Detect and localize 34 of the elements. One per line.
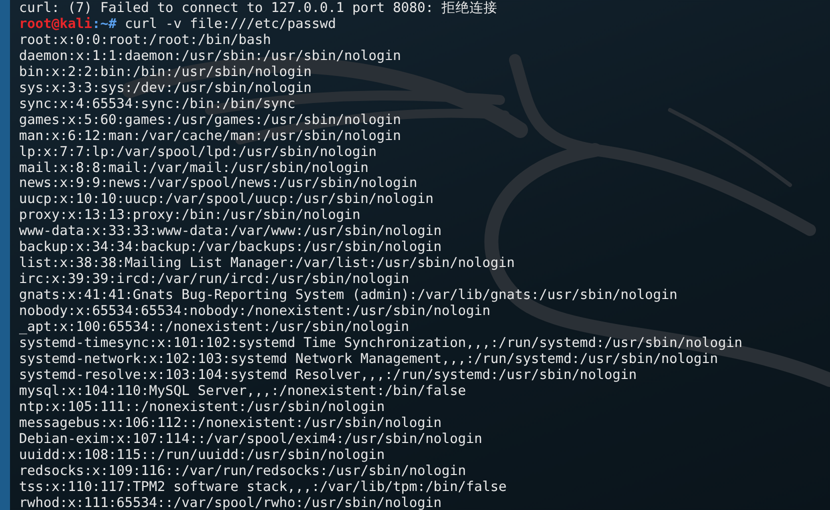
output-line: bin:x:2:2:bin:/bin:/usr/sbin/nologin [19,64,313,81]
output-line: sync:x:4:65534:sync:/bin:/bin/sync [19,96,296,113]
output-line: irc:x:39:39:ircd:/var/run/ircd:/usr/sbin/nologin [19,272,410,288]
output-line: systemd-timesync:x:101:102:systemd Time Synchronization,,,:/run/systemd:/usr/sbin/nologin [19,336,744,352]
output-line: mail:x:8:8:mail:/var/mail:/usr/sbin/nologin [19,160,370,176]
output-line: www-data:x:33:33:www-data:/var/www:/usr/sbin/nologin [19,224,443,240]
output-line: nobody:x:65534:65534:nobody:/nonexistent:/usr/sbin/nologin [19,304,492,320]
output-line: sys:x:3:3:sys:/dev:/usr/sbin/nologin [19,80,313,97]
output-line: rwhod:x:111:65534::/var/spool/rwho:/usr/sbin/nologin [19,496,443,510]
error-message: curl: (7) Failed to connect to 127.0.0.1 port 8080: 拒绝连接 [19,1,499,17]
output-line: lp:x:7:7:lp:/var/spool/lpd:/usr/sbin/nologin [19,144,378,161]
output-line: proxy:x:13:13:proxy:/bin:/usr/sbin/nologin [19,208,362,224]
output-line: man:x:6:12:man:/var/cache/man:/usr/sbin/nologin [19,128,402,145]
output-line: backup:x:34:34:backup:/var/backups:/usr/sbin/nologin [19,240,443,256]
output-line: messagebus:x:106:112::/nonexistent:/usr/sbin/nologin [19,416,443,432]
output-line: ntp:x:105:111::/nonexistent:/usr/sbin/nologin [19,400,386,416]
output-line: systemd-network:x:102:103:systemd Network Management,,,:/run/systemd:/usr/sbin/nologin [19,352,719,368]
output-line: mysql:x:104:110:MySQL Server,,,:/nonexistent:/bin/false [19,384,468,400]
output-line: tss:x:110:117:TPM2 software stack,,,:/var/lib/tpm:/bin/false [19,480,508,496]
prompt-path: :~# [92,16,117,32]
output-line: uuidd:x:108:115::/run/uuidd:/usr/sbin/nologin [19,448,386,464]
output-line: list:x:38:38:Mailing List Manager:/var/list:/usr/sbin/nologin [19,256,516,272]
output-line: root:x:0:0:root:/root:/bin/bash [19,32,272,49]
output-line: _apt:x:100:65534::/nonexistent:/usr/sbin/nologin [19,320,410,336]
output-line: daemon:x:1:1:daemon:/usr/sbin:/usr/sbin/nologin [19,48,402,65]
output-line: Debian-exim:x:107:114::/var/spool/exim4:/usr/sbin/nologin [19,432,484,448]
output-line: uucp:x:10:10:uucp:/var/spool/uucp:/usr/sbin/nologin [19,192,435,208]
output-line: gnats:x:41:41:Gnats Bug-Reporting System (admin):/var/lib/gnats:/usr/sbin/nologin [19,288,678,304]
prompt-user: root@kali [19,16,92,32]
output-line: systemd-resolve:x:103:104:systemd Resolver,,,:/run/systemd:/usr/sbin/nologin [19,368,638,384]
output-line: games:x:5:60:games:/usr/games:/usr/sbin/nologin [19,112,402,129]
command-text: curl -v file:///etc/passwd [124,16,336,32]
output-line: redsocks:x:109:116::/var/run/redsocks:/usr/sbin/nologin [19,464,468,480]
output-line: news:x:9:9:news:/var/spool/news:/usr/sbin/nologin [19,176,418,192]
